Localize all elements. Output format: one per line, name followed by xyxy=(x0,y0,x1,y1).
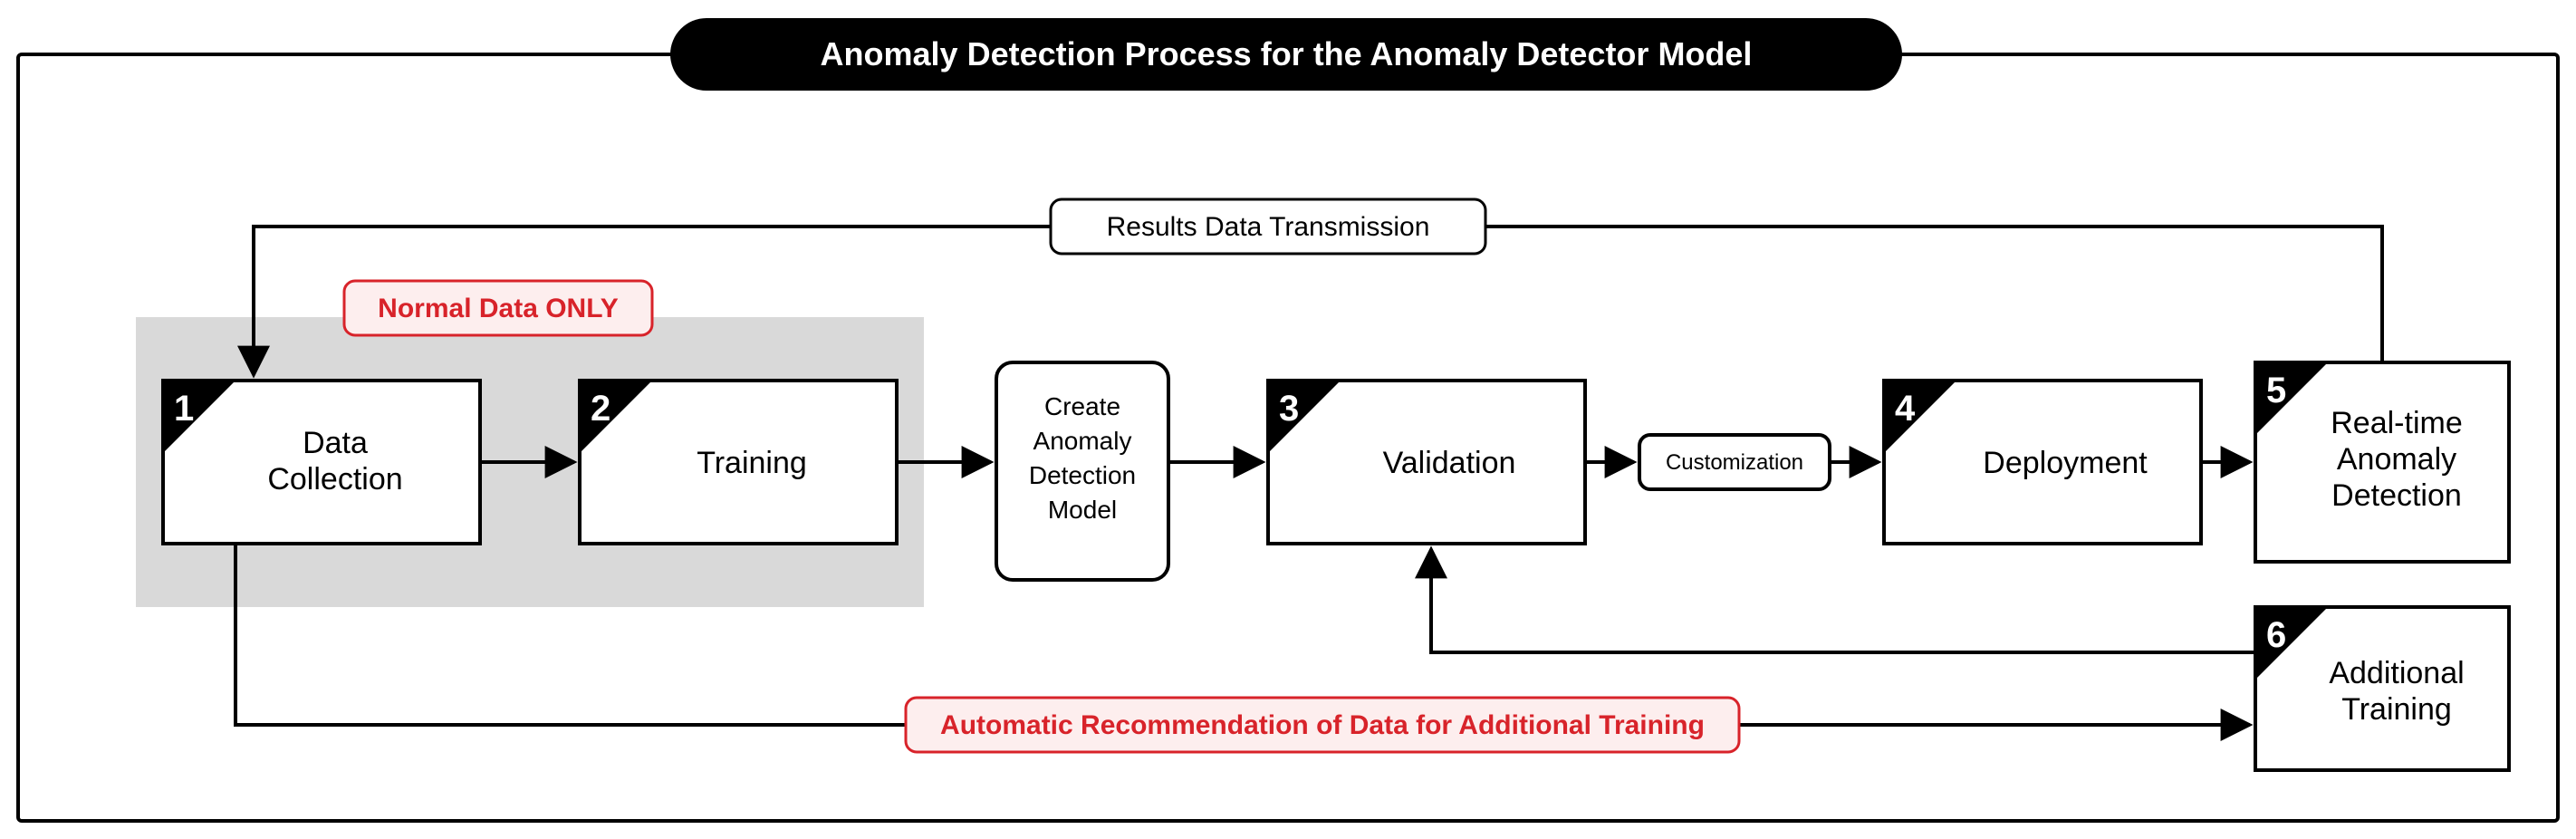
customization-node: Customization xyxy=(1639,435,1830,489)
normal-data-tag-label: Normal Data ONLY xyxy=(378,294,619,323)
step-3-number: 3 xyxy=(1279,389,1299,429)
step-4-number: 4 xyxy=(1895,389,1916,429)
edge-6-to-3 xyxy=(1431,549,2255,652)
step-2: 2 Training xyxy=(580,381,897,544)
step-6-number: 6 xyxy=(2266,615,2286,655)
step-5-number: 5 xyxy=(2266,371,2286,410)
step-1: 1 Data Collection xyxy=(163,381,480,544)
step-5-l2: Anomaly xyxy=(2337,442,2456,477)
normal-data-tag: Normal Data ONLY xyxy=(344,281,652,335)
step-4: 4 Deployment xyxy=(1884,381,2201,544)
step-5: 5 Real-time Anomaly Detection xyxy=(2255,362,2509,562)
edge-results-label: Results Data Transmission xyxy=(1107,212,1430,242)
step-2-label: Training xyxy=(697,446,807,480)
step-5-l3: Detection xyxy=(2331,478,2462,513)
step-6: 6 Additional Training xyxy=(2255,607,2509,770)
create-model-l4: Model xyxy=(1048,496,1117,524)
edge-recommend-label: Automatic Recommendation of Data for Add… xyxy=(940,710,1705,740)
create-model-node: Create Anomaly Detection Model xyxy=(996,362,1168,580)
step-5-l1: Real-time xyxy=(2331,406,2462,440)
step-6-l2: Training xyxy=(2341,692,2452,727)
step-6-l1: Additional xyxy=(2329,656,2464,690)
step-1-label-2: Collection xyxy=(267,462,402,497)
create-model-l1: Create xyxy=(1044,392,1120,420)
step-3: 3 Validation xyxy=(1268,381,1585,544)
create-model-l3: Detection xyxy=(1029,461,1136,489)
edge-recommend-label-box: Automatic Recommendation of Data for Add… xyxy=(906,698,1739,752)
title: Anomaly Detection Process for the Anomal… xyxy=(821,35,1753,72)
step-2-number: 2 xyxy=(591,389,610,429)
step-3-label: Validation xyxy=(1383,446,1516,480)
step-1-number: 1 xyxy=(174,389,194,429)
edge-results-label-box: Results Data Transmission xyxy=(1051,199,1485,254)
step-4-label: Deployment xyxy=(1983,446,2148,480)
step-1-label-1: Data xyxy=(303,426,368,460)
customization-label: Customization xyxy=(1666,450,1803,475)
title-pill: Anomaly Detection Process for the Anomal… xyxy=(670,18,1902,91)
create-model-l2: Anomaly xyxy=(1033,427,1132,455)
